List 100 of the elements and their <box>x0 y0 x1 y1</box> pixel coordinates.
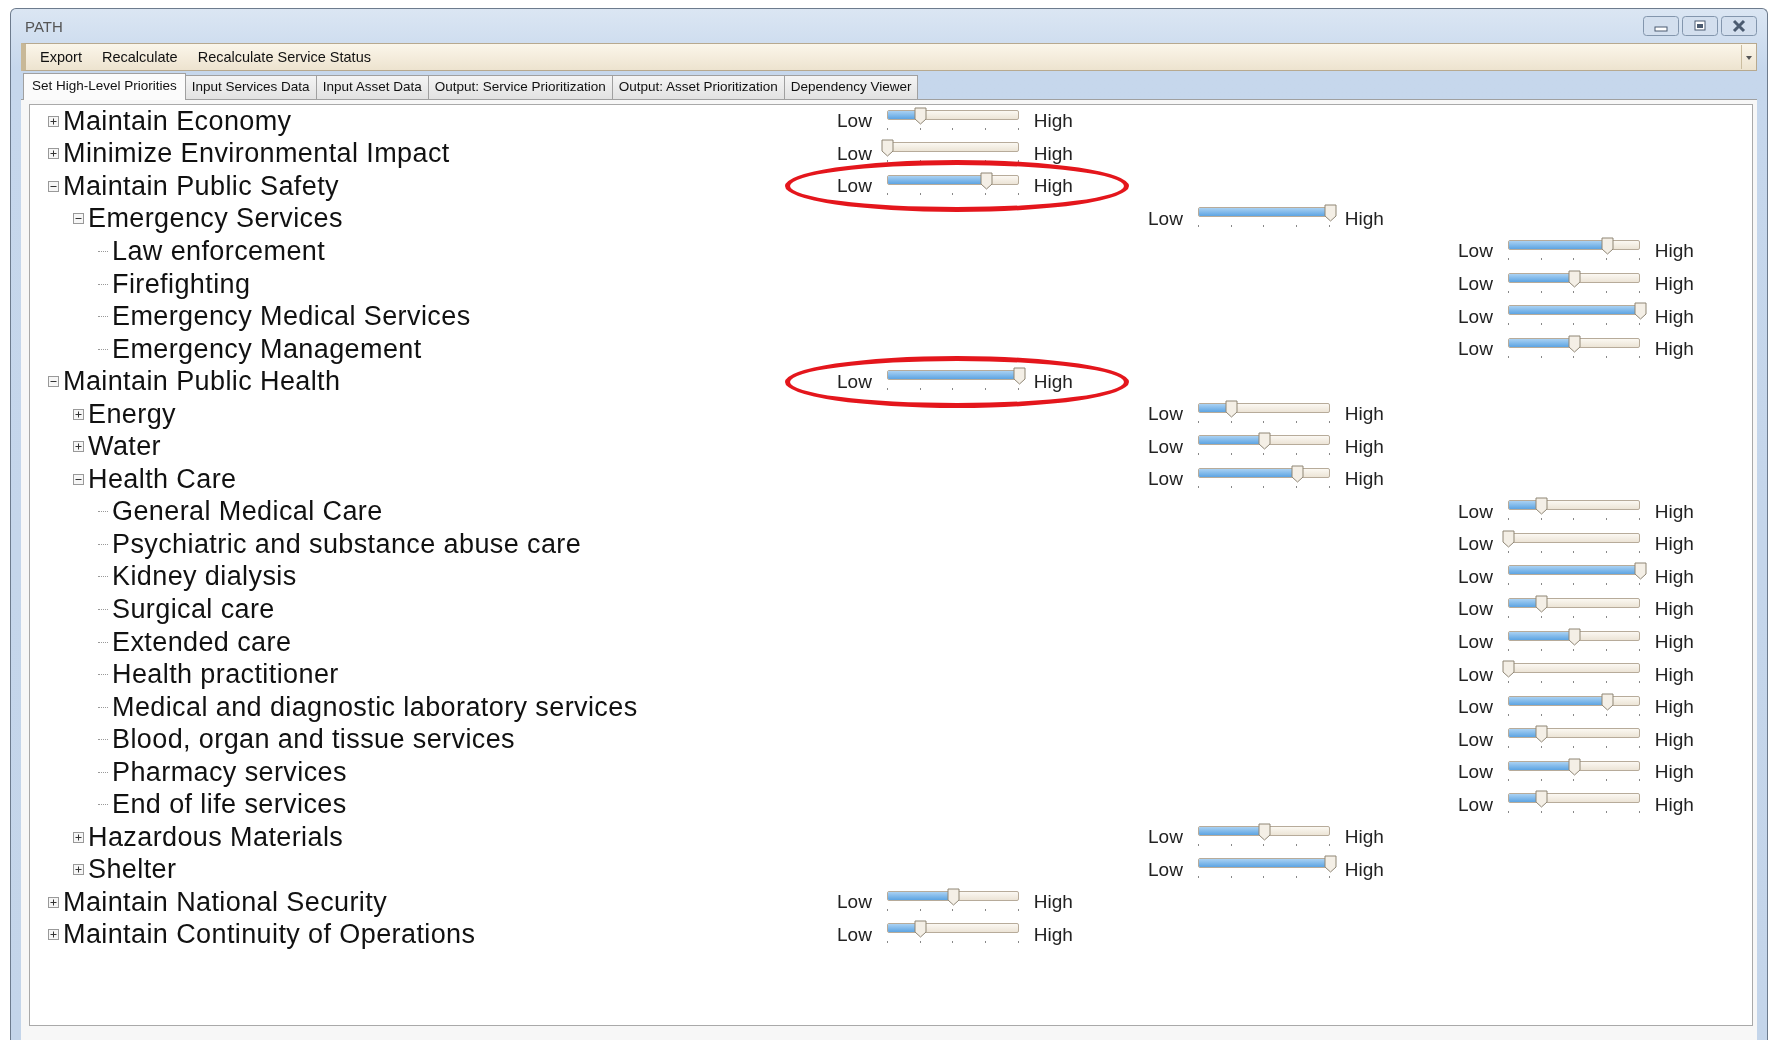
expand-icon[interactable] <box>73 441 84 453</box>
tree-item[interactable]: Pharmacy services <box>112 756 347 788</box>
high-label: High <box>1654 631 1694 653</box>
tree-item[interactable]: Health practitioner <box>112 659 339 691</box>
tree-item[interactable]: Maintain Public Health <box>63 366 341 398</box>
tree-item[interactable]: Water <box>88 431 161 463</box>
slider-thumb[interactable] <box>1567 757 1581 776</box>
tree-item[interactable]: Maintain Public Safety <box>63 170 339 202</box>
expand-icon[interactable] <box>73 408 84 420</box>
high-label: High <box>1654 565 1694 588</box>
collapse-icon[interactable] <box>48 180 59 192</box>
slider-thumb[interactable] <box>1567 269 1581 288</box>
high-label: High <box>1344 403 1384 426</box>
high-label: High <box>1033 110 1073 133</box>
slider-thumb[interactable] <box>979 171 993 190</box>
slider-thumb[interactable] <box>1633 302 1647 321</box>
low-label: Low <box>1148 826 1183 849</box>
low-label: Low <box>1458 305 1493 328</box>
low-label: Low <box>1458 696 1493 719</box>
expand-icon[interactable] <box>48 148 59 160</box>
slider-thumb[interactable] <box>1633 562 1647 581</box>
slider-thumb[interactable] <box>1567 334 1581 353</box>
slider-thumb[interactable] <box>1323 204 1337 223</box>
close-icon[interactable] <box>1721 16 1757 36</box>
slider-thumb[interactable] <box>1257 822 1271 841</box>
high-label: High <box>1344 207 1384 230</box>
slider-thumb[interactable] <box>1600 236 1614 255</box>
low-label: Low <box>1458 631 1493 653</box>
slider-thumb[interactable] <box>1501 660 1515 679</box>
slider-thumb[interactable] <box>880 139 894 158</box>
collapse-icon[interactable] <box>48 376 59 388</box>
tab[interactable]: Output: Asset Prioritization <box>611 75 785 99</box>
slider-thumb[interactable] <box>1323 855 1337 874</box>
collapse-icon[interactable] <box>73 213 84 225</box>
slider-thumb[interactable] <box>1224 399 1238 418</box>
tree-item[interactable]: Extended care <box>112 626 292 658</box>
slider-thumb[interactable] <box>913 106 927 125</box>
slider-thumb[interactable] <box>913 920 927 939</box>
minimize-icon[interactable] <box>1643 16 1679 36</box>
high-label: High <box>1033 175 1073 198</box>
expand-icon[interactable] <box>73 864 84 876</box>
tree-item[interactable]: Emergency Management <box>112 333 422 365</box>
slider-thumb[interactable] <box>1534 790 1548 809</box>
low-label: Low <box>1458 338 1493 361</box>
tree-item[interactable]: Emergency Services <box>88 203 343 235</box>
menu-item[interactable]: Recalculate <box>91 46 188 68</box>
high-label: High <box>1654 500 1694 523</box>
slider-thumb[interactable] <box>1534 725 1548 744</box>
tree-item[interactable]: Shelter <box>88 854 177 886</box>
slider-thumb[interactable] <box>1501 529 1515 548</box>
tree-item[interactable]: General Medical Care <box>112 496 383 528</box>
high-label: High <box>1654 338 1694 361</box>
slider-thumb[interactable] <box>946 887 960 906</box>
tree-item[interactable]: Surgical care <box>112 593 275 625</box>
tab[interactable]: Output: Service Prioritization <box>427 75 613 99</box>
tree-item[interactable]: Medical and diagnostic laboratory services <box>112 691 638 723</box>
low-label: Low <box>837 923 872 946</box>
high-label: High <box>1654 240 1694 263</box>
expand-icon[interactable] <box>48 115 59 127</box>
tree-item[interactable]: Law enforcement <box>112 235 326 267</box>
tree-item[interactable]: Energy <box>88 398 176 430</box>
tree-item[interactable]: Firefighting <box>112 268 251 300</box>
tab[interactable]: Input Asset Data <box>315 75 429 99</box>
tree-item[interactable]: Maintain Continuity of Operations <box>63 919 476 951</box>
slider-thumb[interactable] <box>1257 432 1271 451</box>
slider-thumb[interactable] <box>1600 692 1614 711</box>
tree-item[interactable]: Maintain Economy <box>63 105 292 137</box>
maximize-icon[interactable] <box>1682 16 1718 36</box>
tree-item[interactable]: Hazardous Materials <box>88 821 344 853</box>
tree-item[interactable]: Blood, organ and tissue services <box>112 724 516 756</box>
slider-thumb[interactable] <box>1012 367 1026 386</box>
tree-item[interactable]: Psychiatric and substance abuse care <box>112 528 582 560</box>
low-label: Low <box>837 175 872 198</box>
expand-icon[interactable] <box>73 831 84 843</box>
slider-thumb[interactable] <box>1534 594 1548 613</box>
low-label: Low <box>837 142 872 165</box>
expand-icon[interactable] <box>48 896 59 908</box>
high-label: High <box>1654 273 1694 295</box>
slider-thumb[interactable] <box>1534 497 1548 516</box>
menu-item[interactable]: Recalculate Service Status <box>187 46 381 68</box>
tree-item[interactable]: Emergency Medical Services <box>112 301 471 333</box>
low-label: Low <box>1458 533 1493 556</box>
tab[interactable]: Input Services Data <box>184 75 317 99</box>
high-label: High <box>1344 468 1384 491</box>
high-label: High <box>1654 663 1694 686</box>
collapse-icon[interactable] <box>73 473 84 485</box>
tree-item[interactable]: Health Care <box>88 463 237 495</box>
menu-item[interactable]: Export <box>30 46 92 68</box>
high-label: High <box>1344 858 1384 881</box>
tree-item[interactable]: Kidney dialysis <box>112 561 297 593</box>
slider-thumb[interactable] <box>1290 464 1304 483</box>
low-label: Low <box>1148 435 1183 458</box>
slider-thumb[interactable] <box>1567 627 1581 646</box>
tab[interactable]: Dependency Viewer <box>783 75 919 99</box>
tab[interactable]: Set High-Level Priorities <box>23 73 186 100</box>
expand-icon[interactable] <box>48 929 59 941</box>
tree-item[interactable]: Maintain National Security <box>63 886 388 918</box>
tree-item[interactable]: Minimize Environmental Impact <box>63 138 450 170</box>
high-label: High <box>1654 696 1694 719</box>
tree-item[interactable]: End of life services <box>112 789 347 821</box>
